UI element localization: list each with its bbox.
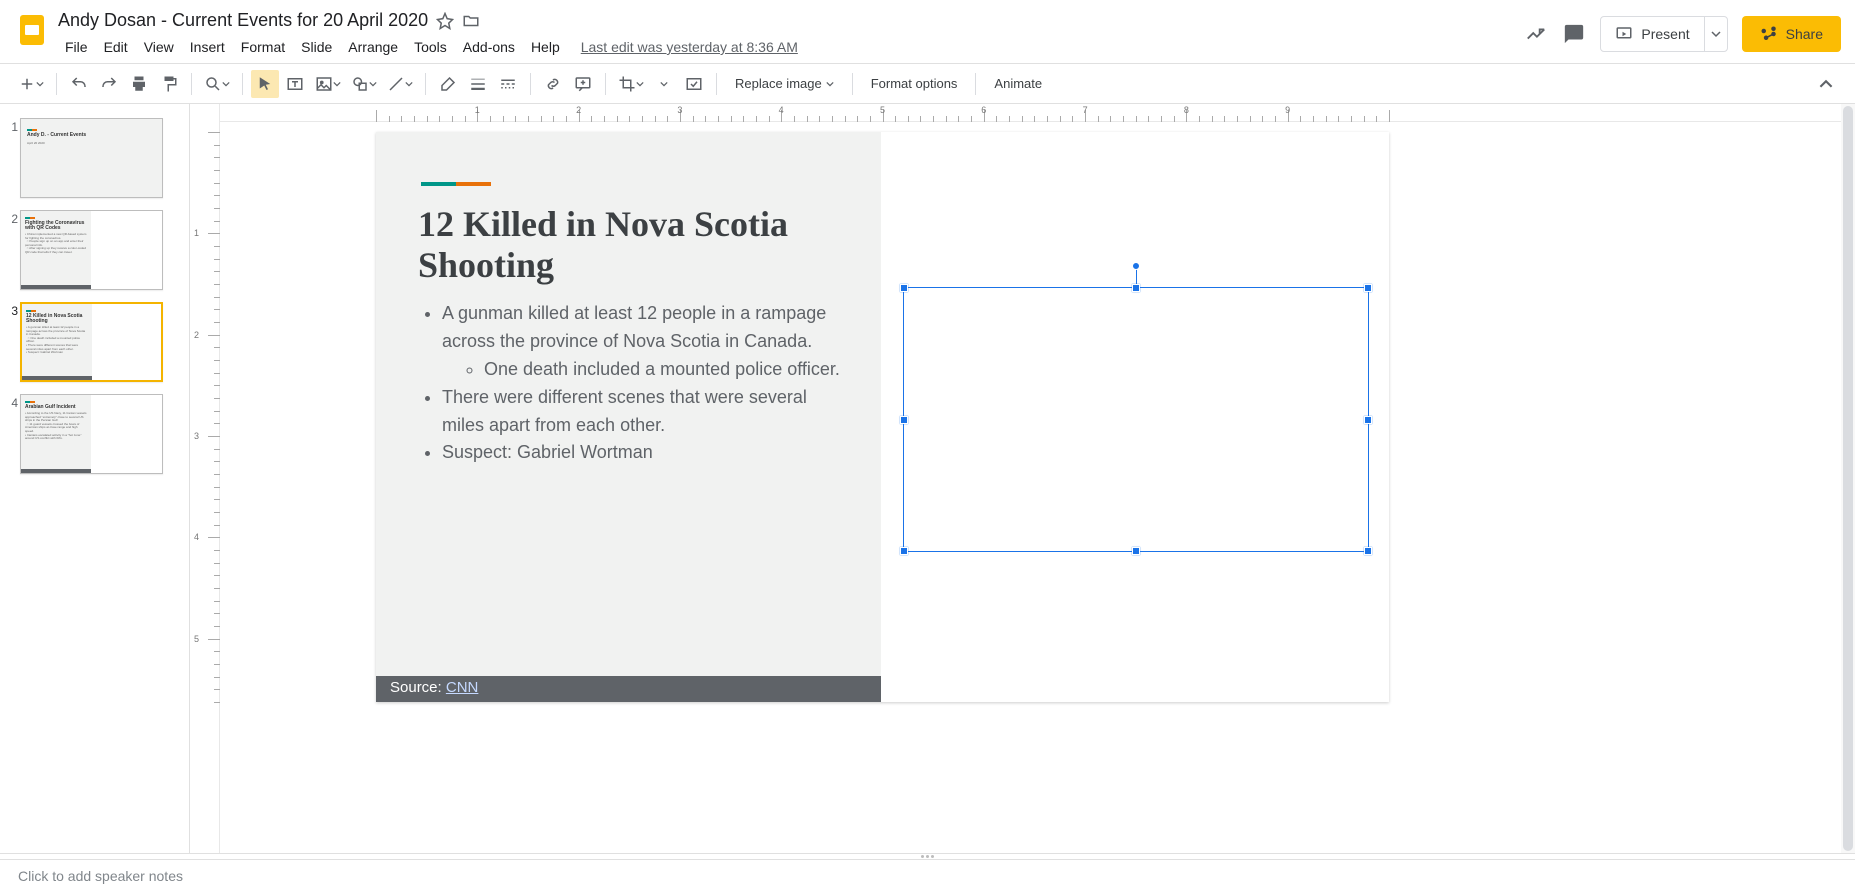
shape-tool[interactable]	[347, 70, 381, 98]
thumb-number: 2	[6, 210, 20, 290]
thumb-title: Arabian Gulf Incident	[25, 405, 87, 410]
menu-insert[interactable]: Insert	[183, 35, 232, 59]
bullet-item: There were different scenes that were se…	[442, 384, 851, 440]
source-label: Source:	[390, 679, 442, 696]
document-title[interactable]: Andy Dosan - Current Events for 20 April…	[58, 10, 428, 31]
thumb-sub: April 20 2020	[27, 142, 156, 146]
resize-handle-e[interactable]	[1364, 416, 1372, 424]
menu-view[interactable]: View	[137, 35, 181, 59]
thumb-text: • China implemented a new QR-based syste…	[25, 233, 87, 255]
thumb-text: • According to the US Navy, 11 Iranian v…	[25, 412, 87, 441]
slide-thumb-3[interactable]: 12 Killed in Nova Scotia Shooting • A gu…	[20, 302, 163, 382]
thumb-number: 4	[6, 394, 20, 474]
redo-button[interactable]	[95, 70, 123, 98]
accent-bar	[421, 182, 491, 186]
menu-help[interactable]: Help	[524, 35, 567, 59]
undo-button[interactable]	[65, 70, 93, 98]
resize-handle-s[interactable]	[1132, 547, 1140, 555]
speaker-notes[interactable]: Click to add speaker notes	[0, 859, 1855, 893]
slide-bullets[interactable]: A gunman killed at least 12 people in a …	[424, 300, 851, 467]
menu-slide[interactable]: Slide	[294, 35, 339, 59]
share-label: Share	[1786, 26, 1823, 42]
slide-thumb-4[interactable]: Arabian Gulf Incident • According to the…	[20, 394, 163, 474]
present-dropdown[interactable]	[1704, 17, 1727, 51]
menu-edit[interactable]: Edit	[97, 35, 135, 59]
horizontal-ruler: 123456789	[220, 104, 1855, 122]
vertical-ruler: 12345	[190, 104, 220, 853]
explore-icon[interactable]	[1524, 22, 1548, 46]
slide-canvas[interactable]: 12 Killed in Nova Scotia Shooting A gunm…	[376, 132, 1389, 702]
bullet-item: A gunman killed at least 12 people in a …	[442, 303, 826, 351]
menu-addons[interactable]: Add-ons	[456, 35, 522, 59]
resize-handle-n[interactable]	[1132, 284, 1140, 292]
toolbar: Replace image Format options Animate	[0, 64, 1855, 104]
thumb-number: 1	[6, 118, 20, 198]
thumb-text: • A gunman killed at least 12 people in …	[26, 326, 88, 355]
border-weight-button[interactable]	[464, 70, 492, 98]
resize-handle-nw[interactable]	[900, 284, 908, 292]
link-button[interactable]	[539, 70, 567, 98]
vertical-scrollbar[interactable]	[1841, 104, 1855, 853]
image-tool[interactable]	[311, 70, 345, 98]
menu-file[interactable]: File	[58, 35, 95, 59]
source-link[interactable]: CNN	[446, 679, 479, 696]
menu-tools[interactable]: Tools	[407, 35, 454, 59]
new-slide-button[interactable]	[14, 70, 48, 98]
comment-button[interactable]	[569, 70, 597, 98]
mask-button[interactable]	[650, 70, 678, 98]
main-area: 1 Andy D. - Current Events April 20 2020…	[0, 104, 1855, 853]
image-selection-box[interactable]	[903, 287, 1369, 552]
app-header: Andy Dosan - Current Events for 20 April…	[0, 0, 1855, 64]
resize-handle-w[interactable]	[900, 416, 908, 424]
last-edit-link[interactable]: Last edit was yesterday at 8:36 AM	[581, 39, 798, 55]
bullet-item: Suspect: Gabriel Wortman	[442, 439, 851, 467]
star-icon[interactable]	[436, 12, 454, 30]
source-bar: Source: CNN	[376, 676, 881, 702]
menu-format[interactable]: Format	[234, 35, 292, 59]
thumb-number: 3	[6, 302, 20, 382]
present-button[interactable]: Present	[1601, 17, 1703, 51]
present-button-group: Present	[1600, 16, 1727, 52]
crop-button[interactable]	[614, 70, 648, 98]
slide-content-panel: 12 Killed in Nova Scotia Shooting A gunm…	[376, 132, 881, 702]
resize-handle-se[interactable]	[1364, 547, 1372, 555]
paint-format-button[interactable]	[155, 70, 183, 98]
print-button[interactable]	[125, 70, 153, 98]
thumb-title: 12 Killed in Nova Scotia Shooting	[26, 314, 88, 324]
select-tool[interactable]	[251, 70, 279, 98]
resize-handle-ne[interactable]	[1364, 284, 1372, 292]
slide-thumb-1[interactable]: Andy D. - Current Events April 20 2020	[20, 118, 163, 198]
share-button[interactable]: Share	[1742, 16, 1841, 52]
border-color-button[interactable]	[434, 70, 462, 98]
line-tool[interactable]	[383, 70, 417, 98]
reset-image-button[interactable]	[680, 70, 708, 98]
slide-panel[interactable]: 1 Andy D. - Current Events April 20 2020…	[0, 104, 190, 853]
textbox-tool[interactable]	[281, 70, 309, 98]
rotate-handle[interactable]	[1132, 262, 1140, 270]
sub-bullet-item: One death included a mounted police offi…	[484, 356, 851, 384]
animate-button[interactable]: Animate	[984, 70, 1052, 98]
zoom-button[interactable]	[200, 70, 234, 98]
thumb-title: Andy D. - Current Events	[27, 133, 156, 138]
border-dash-button[interactable]	[494, 70, 522, 98]
comments-icon[interactable]	[1562, 22, 1586, 46]
present-label: Present	[1641, 26, 1689, 42]
canvas-area[interactable]: 12345 123456789 12 Killed in Nova Scotia…	[190, 104, 1855, 853]
slide-thumb-2[interactable]: Fighting the Coronavirus with QR Codes •…	[20, 210, 163, 290]
collapse-toolbar-icon[interactable]	[1811, 77, 1841, 91]
menu-arrange[interactable]: Arrange	[341, 35, 405, 59]
format-options-button[interactable]: Format options	[861, 70, 968, 98]
menu-bar: File Edit View Insert Format Slide Arran…	[58, 35, 1524, 59]
move-icon[interactable]	[462, 12, 480, 30]
resize-handle-sw[interactable]	[900, 547, 908, 555]
replace-image-button[interactable]: Replace image	[725, 70, 844, 98]
slides-logo[interactable]	[14, 12, 50, 48]
thumb-title: Fighting the Coronavirus with QR Codes	[25, 221, 87, 231]
slide-title[interactable]: 12 Killed in Nova Scotia Shooting	[418, 204, 881, 287]
